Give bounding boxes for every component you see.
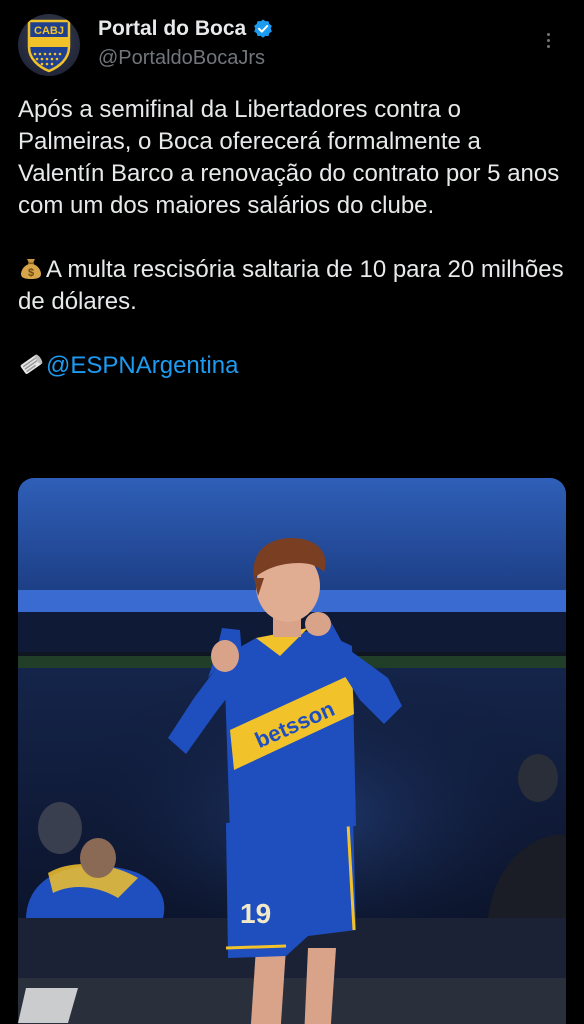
avatar[interactable]: CABJ (18, 14, 80, 76)
tweet-text: Após a semifinal da Libertadores contra … (18, 94, 566, 382)
tweet-paragraph-1: Após a semifinal da Libertadores contra … (18, 96, 560, 219)
svg-text:$: $ (28, 267, 34, 279)
tweet-header: CABJ Portal do Boca @PortaldoBocaJrs (18, 0, 566, 94)
crest-lettering: CABJ (34, 25, 64, 37)
jersey-number: 19 (240, 898, 271, 929)
money-bag-icon: $ (21, 259, 41, 279)
more-options-icon[interactable] (538, 26, 558, 54)
tweet-source-line: @ESPNArgentina (18, 350, 566, 382)
author-display-name[interactable]: Portal do Boca (98, 16, 246, 42)
source-mention-link[interactable]: @ESPNArgentina (46, 352, 238, 379)
newspaper-icon (20, 354, 43, 374)
tweet-photo[interactable]: 19 betsson (18, 478, 566, 1024)
photo-player-celebrating: 19 betsson (18, 478, 566, 1024)
verified-badge-icon (252, 18, 274, 40)
author-handle[interactable]: @PortaldoBocaJrs (98, 44, 274, 72)
tweet-paragraph-2-text: A multa rescisória saltaria de 10 para 2… (18, 256, 564, 315)
club-crest-icon: CABJ (27, 19, 71, 73)
tweet-paragraph-2: $ A multa rescisória saltaria de 10 para… (18, 254, 566, 318)
author-names: Portal do Boca @PortaldoBocaJrs (98, 16, 274, 72)
author-display-name-row[interactable]: Portal do Boca (98, 16, 274, 42)
tweet-card: CABJ Portal do Boca @PortaldoBocaJrs Apó… (0, 0, 584, 1024)
